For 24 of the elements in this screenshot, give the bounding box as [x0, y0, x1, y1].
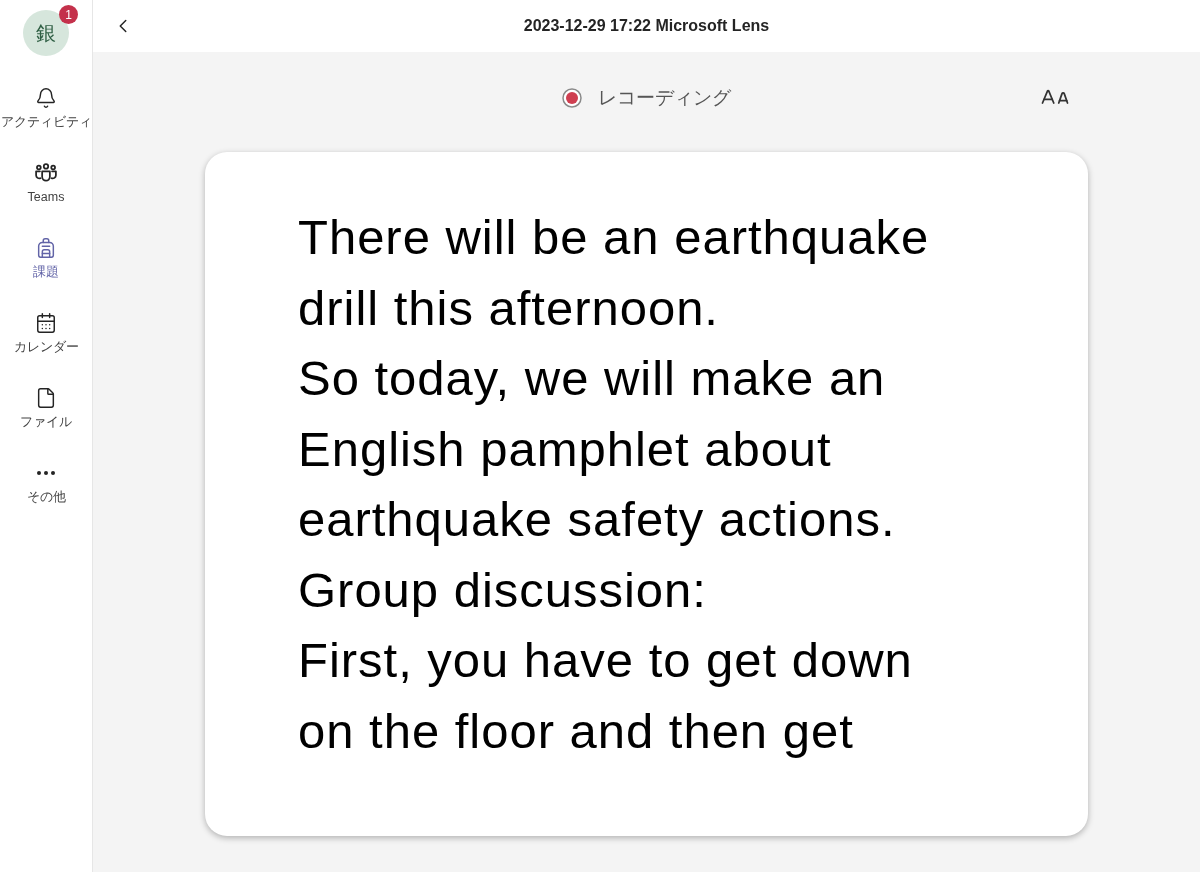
sidebar-item[interactable]: カレンダー: [0, 305, 92, 380]
recording-dot-icon: [562, 88, 582, 108]
more-icon: [37, 471, 55, 475]
reader-text-line: So today, we will make an: [298, 350, 886, 407]
file-icon: [35, 387, 57, 409]
people-group-icon: [35, 162, 57, 184]
reader-text-line: drill this afternoon.: [298, 279, 719, 337]
notification-badge: 1: [59, 5, 78, 24]
sidebar-item[interactable]: Teams: [0, 155, 92, 230]
reader-text-line: English pamphlet about: [298, 420, 832, 478]
sidebar-item[interactable]: 課題: [0, 230, 92, 305]
sidebar-item[interactable]: ファイル: [0, 380, 92, 455]
sidebar-item[interactable]: その他: [0, 455, 92, 530]
reader-text-line: First, you have to get down: [298, 632, 913, 689]
calendar-icon: [35, 312, 57, 334]
sidebar-item[interactable]: アクティビティ: [0, 80, 92, 155]
reader-text-line: earthquake safety actions.: [298, 491, 896, 548]
reader-text-line: Group discussion:: [298, 561, 707, 619]
reader-text-line: There will be an earthquake: [298, 209, 930, 266]
backpack-icon: [35, 237, 57, 259]
bell-icon: [35, 87, 57, 109]
recording-status: レコーディング: [598, 85, 731, 110]
window-title: 2023-12-29 17:22 Microsoft Lens: [522, 16, 771, 36]
reader-text-line: on the floor and then get: [298, 702, 854, 760]
